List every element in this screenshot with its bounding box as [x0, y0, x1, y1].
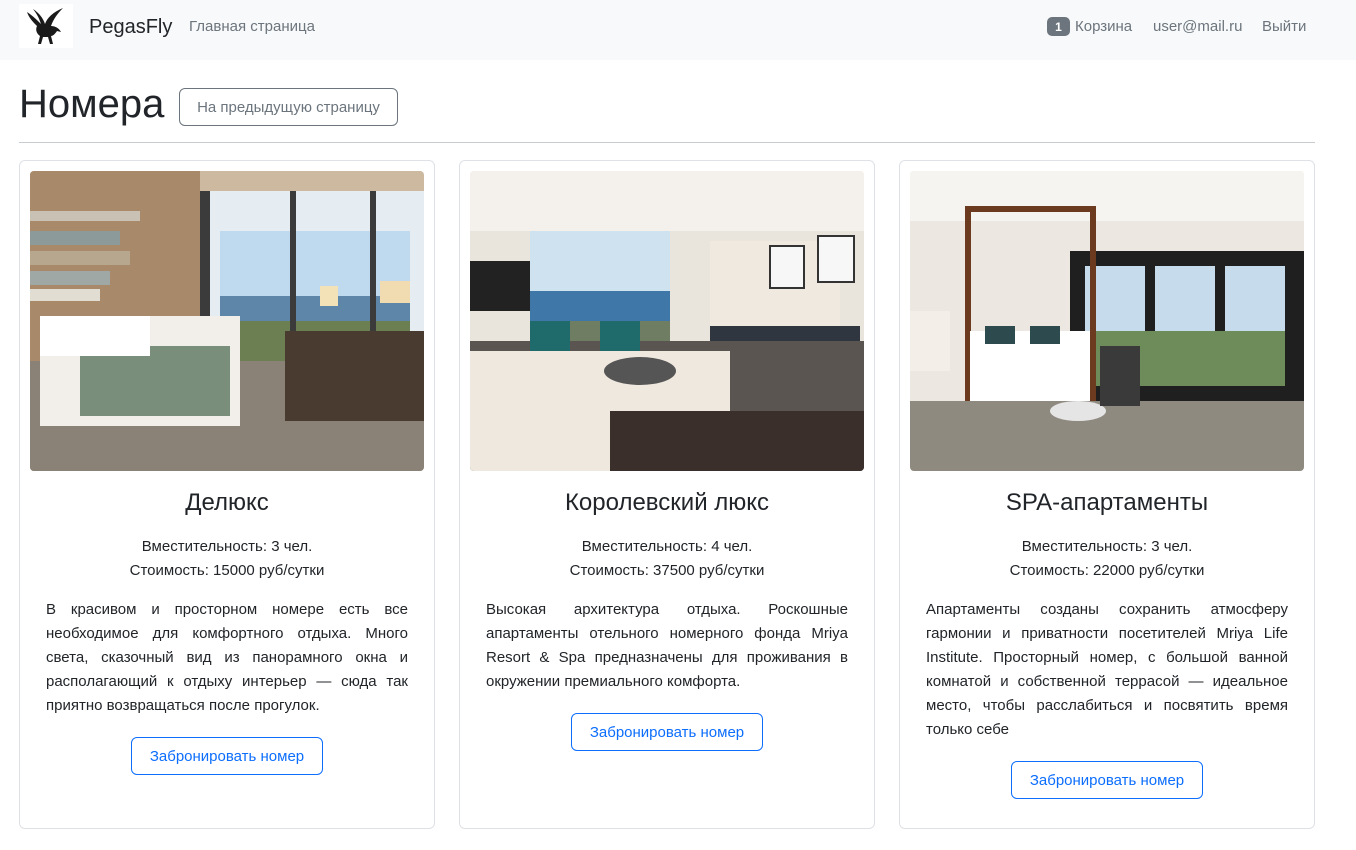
room-photo-royal-suite [470, 171, 864, 471]
book-room-button[interactable]: Забронировать номер [131, 737, 323, 775]
divider [19, 142, 1315, 143]
nav-home-link[interactable]: Главная страница [189, 18, 315, 35]
cart-link[interactable]: 1 Корзина [1047, 17, 1132, 36]
book-room-button[interactable]: Забронировать номер [1011, 761, 1203, 799]
room-photo-deluxe [30, 171, 424, 471]
cart-label: Корзина [1075, 18, 1133, 35]
room-title: SPA-апартаменты [1005, 489, 1209, 516]
room-price: Стоимость: 22000 руб/сутки [1009, 562, 1205, 579]
page-title: Номера [19, 82, 165, 126]
room-title: Королевский люкс [564, 489, 770, 516]
room-meta: Вместительность: 4 чел. Стоимость: 37500… [460, 535, 874, 583]
brand-name[interactable]: PegasFly [89, 16, 172, 39]
room-capacity: Вместительность: 3 чел. [141, 538, 313, 555]
room-card-deluxe: Делюкс Вместительность: 3 чел. Стоимость… [19, 160, 435, 829]
room-title: Делюкс [185, 489, 269, 516]
room-description: В красивом и просторном номере есть все … [46, 601, 408, 714]
room-description: Апартаменты созданы сохранить атмосферу … [926, 601, 1288, 738]
navbar: PegasFly Главная страница 1 Корзина user… [0, 0, 1356, 60]
room-price: Стоимость: 15000 руб/сутки [129, 562, 325, 579]
room-price: Стоимость: 37500 руб/сутки [569, 562, 765, 579]
room-capacity: Вместительность: 4 чел. [581, 538, 753, 555]
logout-link[interactable]: Выйти [1262, 18, 1306, 35]
book-room-button[interactable]: Забронировать номер [571, 713, 763, 751]
room-photo-spa-apartments [910, 171, 1304, 471]
user-email-link[interactable]: user@mail.ru [1153, 18, 1242, 35]
room-description: Высокая архитектура отдыха. Роскошные ап… [486, 601, 848, 690]
cart-count-badge: 1 [1047, 17, 1070, 36]
pegasus-logo-icon[interactable] [19, 4, 73, 48]
room-card-spa-apartments: SPA-апартаменты Вместительность: 3 чел. … [899, 160, 1315, 829]
room-meta: Вместительность: 3 чел. Стоимость: 22000… [900, 535, 1314, 583]
room-capacity: Вместительность: 3 чел. [1021, 538, 1193, 555]
room-meta: Вместительность: 3 чел. Стоимость: 15000… [20, 535, 434, 583]
room-card-royal-suite: Королевский люкс Вместительность: 4 чел.… [459, 160, 875, 829]
back-button[interactable]: На предыдущую страницу [179, 88, 398, 126]
